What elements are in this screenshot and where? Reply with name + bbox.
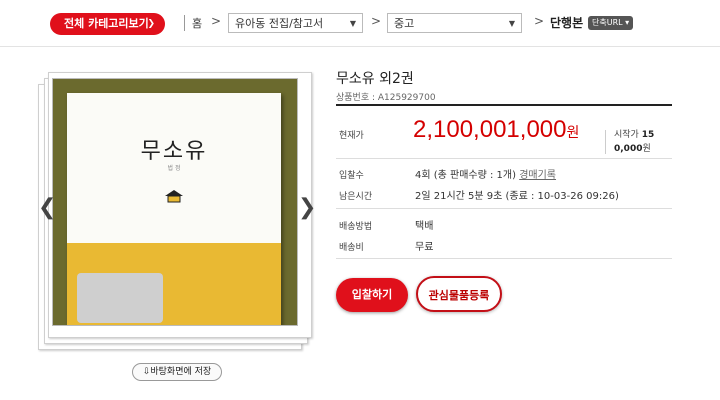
bid-count: 4회 (총 판매수량 : 1개) 경매기록 [415, 166, 556, 181]
category-select-1-value: 유아동 전집/참고서 [235, 17, 324, 30]
product-number: 상품번호 : A125929700 [336, 93, 436, 103]
breadcrumb-home[interactable]: 홈 [192, 15, 202, 31]
shipping-fee-value: 무료 [415, 242, 434, 253]
top-navigation: 전체 카테고리보기 ❯ 홈 > 유아동 전집/참고서 ▼ > 중고 ▼ > 단행… [0, 0, 720, 47]
add-to-watchlist-button[interactable]: 관심물품등록 [416, 276, 502, 312]
start-price-value-a: 15 [641, 130, 655, 140]
product-image-gallery: 무소유 법 정 ❮ ❯ [34, 70, 316, 355]
divider [336, 208, 672, 209]
dropdown-icon: ▼ [349, 19, 356, 28]
book-cover-band [67, 243, 281, 325]
save-to-desktop-label: 바탕화면에 저장 [150, 367, 212, 377]
next-image-arrow-icon[interactable]: ❯ [298, 195, 316, 220]
bid-count-value: 4회 (총 판매수량 : 1개) [415, 170, 520, 181]
book-cover: 무소유 법 정 [67, 93, 281, 325]
author-photo [77, 273, 163, 323]
breadcrumb-current: 단행본 [550, 16, 584, 30]
divider [336, 158, 672, 159]
current-price-value: 2,100,001,000 [413, 116, 567, 143]
product-title: 무소유 외2권 [336, 71, 414, 87]
product-photo[interactable]: 무소유 법 정 [52, 78, 298, 326]
start-price-unit: 원 [642, 144, 651, 154]
time-remaining-label: 남은시간 [339, 192, 373, 202]
chevron-right-icon: ❯ [147, 19, 155, 29]
save-to-desktop-button[interactable]: ⇩바탕화면에 저장 [132, 363, 222, 381]
divider [605, 130, 606, 154]
category-select-2-value: 중고 [394, 17, 415, 30]
current-price-label: 현재가 [339, 131, 364, 141]
all-categories-button[interactable]: 전체 카테고리보기 ❯ [50, 13, 165, 35]
divider [336, 258, 672, 259]
previous-image-arrow-icon[interactable]: ❮ [38, 195, 56, 220]
shipping-method-label: 배송방법 [339, 222, 373, 232]
place-bid-button[interactable]: 입찰하기 [336, 278, 408, 312]
breadcrumb-arrow-icon: > [371, 14, 382, 28]
all-categories-label: 전체 카테고리보기 [64, 17, 149, 30]
category-select-1[interactable]: 유아동 전집/참고서 ▼ [228, 13, 363, 33]
time-remaining-value: 2일 21시간 5분 9초 (종료 : 10-03-26 09:26) [415, 191, 619, 202]
current-price: 2,100,001,000원 [413, 116, 579, 144]
dropdown-icon: ▼ [508, 19, 515, 28]
breadcrumb-arrow-icon: > [211, 14, 222, 28]
start-price-value-b: 0,000 [614, 144, 643, 154]
book-cover-title: 무소유 [140, 139, 208, 164]
breadcrumb-arrow-icon: > [534, 14, 545, 28]
current-price-unit: 원 [566, 124, 580, 140]
bid-count-label: 입찰수 [339, 171, 364, 181]
shipping-fee-label: 배송비 [339, 243, 364, 253]
bid-history-link[interactable]: 경매기록 [519, 170, 556, 181]
start-price: 시작가 15 0,000원 [614, 128, 654, 156]
house-illustration-icon [165, 190, 183, 203]
category-select-2[interactable]: 중고 ▼ [387, 13, 522, 33]
book-cover-author: 법 정 [167, 165, 181, 172]
shipping-method-value: 택배 [415, 221, 434, 232]
short-url-button[interactable]: 단축URL ▾ [588, 16, 634, 30]
divider [336, 104, 672, 106]
short-url-label: 단축URL [592, 18, 623, 27]
start-price-label: 시작가 [614, 130, 642, 140]
divider [184, 15, 185, 31]
